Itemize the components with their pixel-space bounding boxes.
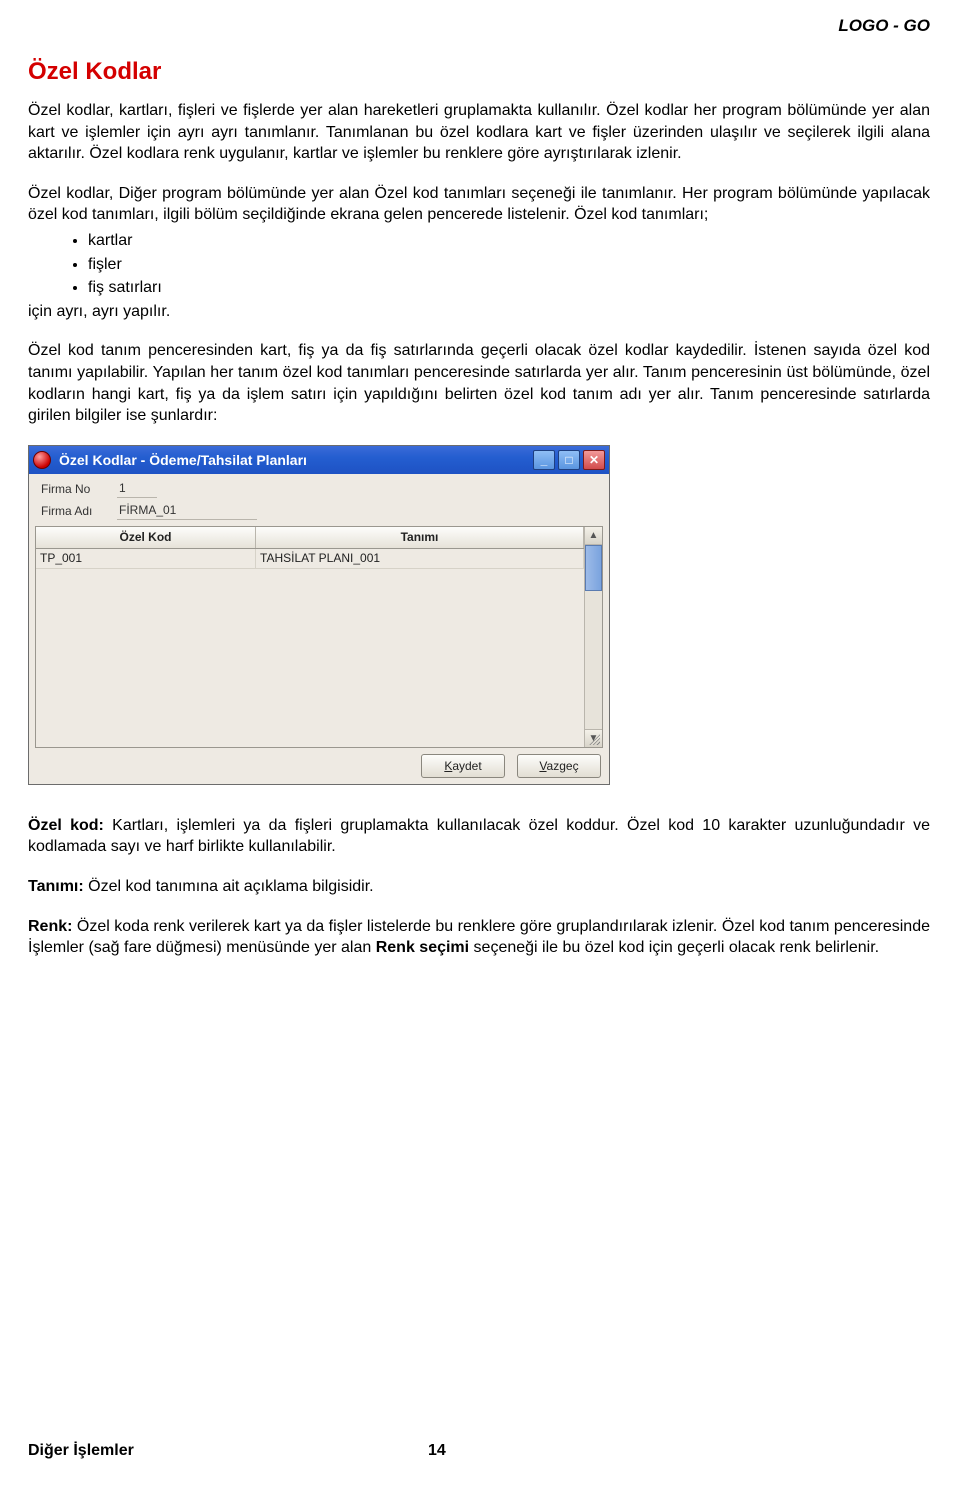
page-footer: Diğer İşlemler 14: [28, 1442, 930, 1460]
paragraph-2: Özel kodlar, Diğer program bölümünde yer…: [28, 183, 930, 226]
paragraph-2-tail: için ayrı, ayrı yapılır.: [28, 301, 930, 323]
firma-adi-label: Firma Adı: [41, 504, 117, 518]
col-header-ozelkod[interactable]: Özel Kod: [36, 527, 256, 548]
label-renk: Renk:: [28, 918, 72, 935]
footer-section: Diğer İşlemler: [28, 1442, 930, 1460]
app-icon: [33, 451, 51, 469]
firma-adi-field[interactable]: [117, 502, 257, 520]
paragraph-tanimi: Tanımı: Özel kod tanımına ait açıklama b…: [28, 876, 930, 898]
label-tanimi: Tanımı:: [28, 878, 84, 895]
cell-ozelkod: TP_001: [36, 549, 256, 568]
col-header-tanimi[interactable]: Tanımı: [256, 527, 584, 548]
footer-page-number: 14: [428, 1442, 446, 1460]
resize-grip-icon[interactable]: [588, 733, 600, 745]
paragraph-ozelkod: Özel kod: Kartları, işlemleri ya da fişl…: [28, 815, 930, 858]
bullet-item: fiş satırları: [88, 277, 930, 299]
cell-tanimi: TAHSİLAT PLANI_001: [256, 549, 584, 568]
table-row[interactable]: TP_001 TAHSİLAT PLANI_001: [36, 549, 584, 569]
firma-no-field[interactable]: [117, 480, 157, 498]
window-title: Özel Kodlar - Ödeme/Tahsilat Planları: [59, 452, 533, 468]
paragraph-1: Özel kodlar, kartları, fişleri ve fişler…: [28, 100, 930, 165]
titlebar[interactable]: Özel Kodlar - Ödeme/Tahsilat Planları _ …: [29, 446, 609, 474]
paragraph-3: Özel kod tanım penceresinden kart, fiş y…: [28, 340, 930, 426]
dialog-client: Firma No Firma Adı Özel Kod Tanımı TP_00…: [29, 474, 609, 784]
cancel-button[interactable]: Vazgeç: [517, 754, 601, 778]
brand-header: LOGO - GO: [838, 16, 930, 36]
scrollbar[interactable]: ▲ ▼: [584, 527, 602, 747]
dialog-window: Özel Kodlar - Ödeme/Tahsilat Planları _ …: [28, 445, 610, 785]
scroll-thumb[interactable]: [585, 545, 602, 591]
maximize-icon[interactable]: □: [558, 450, 580, 470]
close-icon[interactable]: ✕: [583, 450, 605, 470]
bullet-item: fişler: [88, 254, 930, 276]
bullet-item: kartlar: [88, 230, 930, 252]
firma-no-label: Firma No: [41, 482, 117, 496]
label-ozelkod: Özel kod:: [28, 817, 104, 834]
paragraph-renk: Renk: Özel koda renk verilerek kart ya d…: [28, 916, 930, 959]
scroll-up-icon[interactable]: ▲: [585, 527, 602, 545]
scroll-track[interactable]: [585, 591, 602, 729]
bullet-list: kartlar fişler fiş satırları: [88, 230, 930, 299]
save-button[interactable]: Kaydet: [421, 754, 505, 778]
minimize-icon[interactable]: _: [533, 450, 555, 470]
page-title: Özel Kodlar: [28, 58, 930, 86]
data-grid[interactable]: Özel Kod Tanımı TP_001 TAHSİLAT PLANI_00…: [35, 526, 603, 748]
